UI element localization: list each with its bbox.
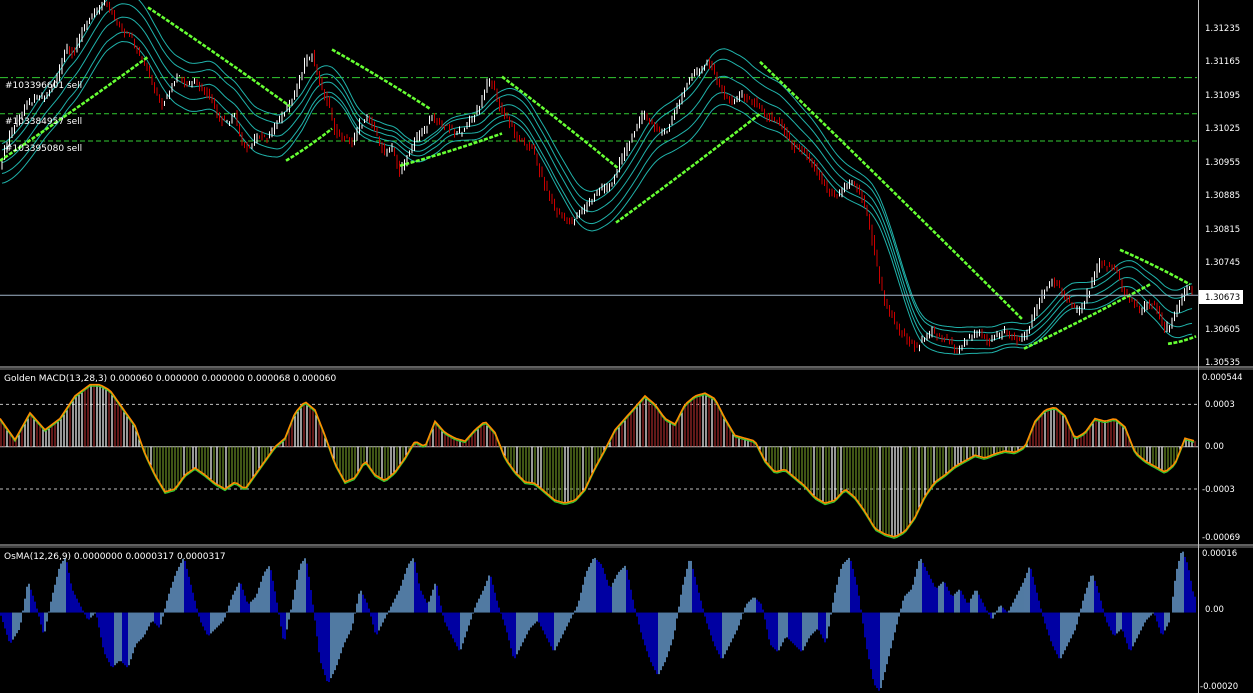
- macd-axis-label: -0.0003: [1202, 485, 1235, 495]
- axis-label: 1.31095: [1205, 91, 1240, 101]
- axis-label: 1.30955: [1205, 158, 1240, 168]
- axis-label: 1.30745: [1205, 258, 1240, 268]
- osma-axis-label: 0.00016: [1202, 549, 1237, 559]
- osma-title: OsMA(12,26,9) 0.0000000 0.0000317 0.0000…: [4, 552, 226, 562]
- macd-title: Golden MACD(13,28,3) 0.000060 0.000000 0…: [4, 374, 336, 384]
- axis-label: 1.30535: [1205, 358, 1240, 368]
- osma-axis-label: -0.00020: [1200, 682, 1238, 692]
- order-label-2: #103384957 sell: [5, 117, 82, 127]
- macd-axis-label: 0.000544: [1202, 373, 1243, 383]
- axis-label: 1.31235: [1205, 24, 1240, 34]
- order-label-1: #103396601 sell: [5, 81, 82, 91]
- current-price-label: 1.30673: [1205, 293, 1240, 303]
- axis-label: 1.30605: [1205, 325, 1240, 335]
- axis-label: 1.30885: [1205, 191, 1240, 201]
- axis-label: 1.31165: [1205, 57, 1240, 67]
- axis-label: 1.31025: [1205, 124, 1240, 134]
- osma-axis-label: 0.00: [1205, 605, 1224, 615]
- axis-label: 1.30815: [1205, 225, 1240, 235]
- macd-axis-label: 0.00: [1205, 442, 1224, 452]
- macd-axis-label: 0.0003: [1205, 400, 1235, 410]
- trading-chart-window[interactable]: #103396601 sell #103384957 sell #1033950…: [0, 0, 1253, 693]
- order-label-3: #103395080 sell: [5, 144, 82, 154]
- macd-axis-label: -0.00069: [1202, 533, 1240, 543]
